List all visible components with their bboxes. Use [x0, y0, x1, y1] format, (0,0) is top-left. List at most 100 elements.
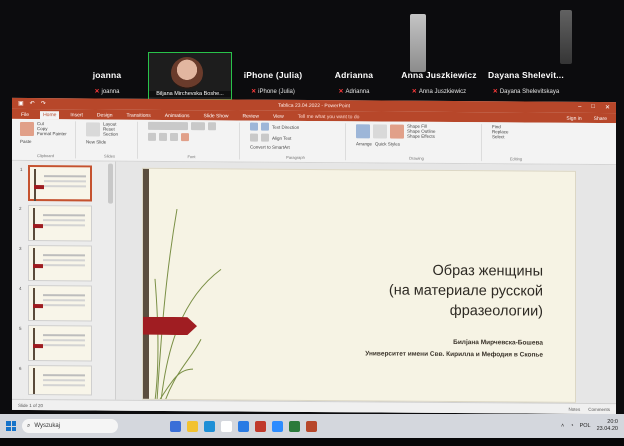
notes-button[interactable]: Notes: [568, 406, 580, 411]
participant-video-tile[interactable]: Biljana Mirchevska Boshe...: [148, 52, 232, 100]
participant-tile[interactable]: iPhone (Julia) ✕ iPhone (Julia): [238, 52, 308, 100]
quick-styles-button[interactable]: Quick Styles: [375, 141, 400, 146]
thumbnail-scrollbar[interactable]: [108, 163, 113, 204]
xbox-icon[interactable]: [289, 420, 300, 432]
italic-icon[interactable]: [159, 132, 167, 141]
font-name-dropdown[interactable]: [148, 121, 188, 131]
slide-thumbnail[interactable]: 4: [19, 285, 92, 322]
participant-tile[interactable]: joanna ✕ joanna: [70, 52, 144, 100]
paragraph-group: Text Direction Align Text Convert to Sma…: [246, 122, 346, 161]
slide-author[interactable]: Билјана Мирчевска-Бошева: [453, 339, 543, 347]
zoom-icon[interactable]: [272, 420, 283, 432]
zoom-gallery: joanna ✕ joanna Biljana Mirchevska Boshe.…: [0, 52, 624, 102]
slide-thumbnail[interactable]: 6: [19, 365, 92, 396]
bullets-icon[interactable]: [250, 122, 258, 131]
window-title: Tablica 23.04.2022 - PowerPoint: [278, 102, 350, 109]
tell-me-search[interactable]: Tell me what you want to do: [295, 113, 363, 121]
clock[interactable]: 20:0 23.04.20: [597, 419, 618, 433]
participant-label: ✕ joanna: [94, 89, 120, 95]
monitor-bezel-bottom: [0, 438, 624, 446]
convert-smartart-button[interactable]: Convert to SmartArt: [250, 145, 290, 150]
mcafee-icon[interactable]: [255, 420, 266, 432]
align-left-icon[interactable]: [250, 133, 258, 142]
language-indicator[interactable]: POL: [580, 423, 591, 429]
quick-styles-icon[interactable]: [390, 124, 404, 139]
slide-title[interactable]: Образ женщины (на материале русской фраз…: [283, 260, 543, 322]
participant-tile[interactable]: Adrianna ✕ Adrianna: [318, 52, 390, 100]
slides-group: Layout Reset Section New Slide Slides: [82, 121, 138, 159]
text-direction-button[interactable]: Text Direction: [272, 124, 299, 129]
paste-icon[interactable]: [20, 121, 34, 136]
group-label: Clipboard: [36, 153, 55, 159]
muted-mic-icon: ✕: [338, 89, 344, 95]
wifi-icon[interactable]: ◔: [570, 423, 573, 429]
slide-thumbnail[interactable]: 1: [20, 165, 92, 202]
task-view-icon[interactable]: [170, 420, 181, 432]
tab-review[interactable]: Review: [240, 112, 262, 120]
sign-in-link[interactable]: Sign in: [563, 115, 584, 123]
bold-icon[interactable]: [148, 132, 156, 141]
participant-label: ✕ Anna Juszkiewicz: [411, 89, 467, 95]
tab-insert[interactable]: Insert: [67, 111, 86, 119]
format-painter-button[interactable]: Format Painter: [37, 131, 67, 136]
participant-tile[interactable]: Anna Juszkiewicz ✕ Anna Juszkiewicz: [398, 52, 480, 100]
file-explorer-icon[interactable]: [187, 420, 198, 432]
arrange-icon[interactable]: [373, 123, 387, 139]
tab-transitions[interactable]: Transitions: [124, 112, 154, 120]
arrange-button[interactable]: Arrange: [356, 141, 372, 146]
tab-file[interactable]: File: [18, 111, 32, 119]
tab-home[interactable]: Home: [40, 111, 60, 120]
new-slide-icon[interactable]: [86, 121, 100, 137]
numbering-icon[interactable]: [261, 122, 269, 131]
slide-thumbnails-pane: 1 2 3 4 5 6: [12, 160, 116, 400]
system-tray: ˄ ◔ POL 20:0 23.04.20: [561, 419, 618, 433]
participant-tile[interactable]: Dayana Shelevit... ✕ Dayana Shelevitskaya: [484, 52, 568, 100]
slide-thumbnail[interactable]: 2: [19, 205, 92, 242]
slide-university[interactable]: Университет имени Свв. Кирилла и Мефодия…: [365, 350, 543, 358]
search-icon: ⌕: [27, 422, 31, 429]
editing-group: Find Replace Select Editing: [488, 124, 544, 161]
tab-slide-show[interactable]: Slide Show: [201, 112, 232, 120]
chrome-icon[interactable]: [221, 420, 232, 432]
font-size-dropdown[interactable]: [191, 122, 205, 131]
windows-start-icon[interactable]: [6, 421, 16, 431]
grow-font-icon[interactable]: [208, 122, 216, 131]
section-button[interactable]: Section: [103, 132, 118, 137]
tab-design[interactable]: Design: [94, 111, 116, 119]
tab-view[interactable]: View: [270, 113, 287, 121]
red-arrow-shape: [143, 317, 197, 335]
shapes-icon[interactable]: [356, 123, 370, 138]
group-label: Font: [187, 154, 196, 160]
tab-animations[interactable]: Animations: [162, 112, 193, 120]
slide-thumbnail[interactable]: 3: [19, 245, 92, 282]
align-center-icon[interactable]: [261, 133, 269, 142]
chevron-up-icon[interactable]: ˄: [561, 423, 564, 429]
align-text-button[interactable]: Align Text: [272, 135, 291, 140]
muted-mic-icon: ✕: [411, 89, 417, 95]
select-button[interactable]: Select: [492, 134, 540, 139]
edge-icon[interactable]: [204, 420, 215, 432]
windows-taskbar: ⌕ Wyszukaj ˄ ◔ POL 20:0 23.04.20: [0, 414, 624, 438]
ribbon: Cut Copy Format Painter Paste Clipboard …: [12, 118, 616, 166]
participant-label: ✕ Dayana Shelevitskaya: [492, 89, 560, 95]
participant-label: ✕ iPhone (Julia): [251, 89, 295, 95]
group-label: Drawing: [409, 155, 424, 161]
shape-effects-button[interactable]: Shape Effects: [407, 134, 436, 139]
underline-icon[interactable]: [170, 132, 178, 142]
participant-name: iPhone (Julia): [243, 70, 303, 80]
share-button[interactable]: Share: [591, 115, 610, 123]
font-color-icon[interactable]: [181, 133, 189, 142]
powerpoint-icon[interactable]: [306, 420, 317, 432]
slide-thumbnail[interactable]: 5: [19, 325, 92, 362]
slide-canvas[interactable]: Образ женщины (на материале русской фраз…: [142, 167, 576, 403]
mail-icon[interactable]: [238, 420, 249, 432]
participant-label: Biljana Mirchevska Boshe...: [149, 91, 231, 97]
search-box[interactable]: ⌕ Wyszukaj: [22, 419, 118, 433]
participant-name: joanna: [92, 70, 122, 80]
slide-counter: Slide 1 of 20: [18, 402, 44, 408]
new-slide-button[interactable]: New Slide: [86, 139, 133, 144]
group-label: Editing: [509, 156, 523, 162]
comments-button[interactable]: Comments: [588, 406, 610, 411]
work-area: 1 2 3 4 5 6 Образ женщины (на материале …: [12, 160, 616, 404]
group-label: Paragraph: [286, 154, 305, 160]
